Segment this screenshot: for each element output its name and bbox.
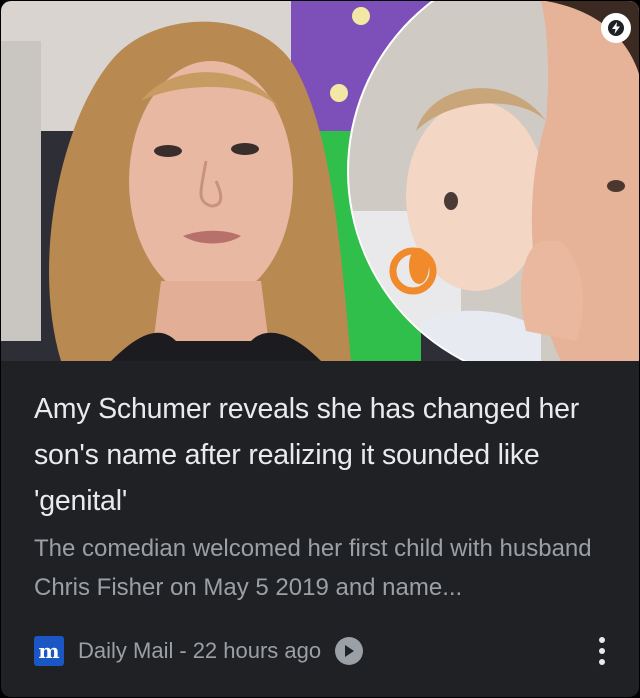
more-vert-icon[interactable] (590, 637, 614, 665)
separator: - (179, 638, 187, 663)
article-footer: m Daily Mail - 22 hours ago (34, 633, 614, 669)
timestamp: 22 hours ago (192, 638, 322, 663)
article-snippet: The comedian welcomed her first child wi… (34, 535, 592, 601)
source-name[interactable]: Daily Mail (78, 638, 173, 664)
play-icon[interactable] (335, 637, 364, 665)
article-image[interactable] (1, 1, 639, 361)
article-headline[interactable]: Amy Schumer reveals she has changed her … (34, 386, 619, 524)
news-card[interactable]: Amy Schumer reveals she has changed her … (1, 1, 639, 697)
amp-lightning-icon (601, 13, 631, 43)
article-photo (1, 1, 639, 361)
daily-mail-logo-icon: m (34, 636, 64, 666)
